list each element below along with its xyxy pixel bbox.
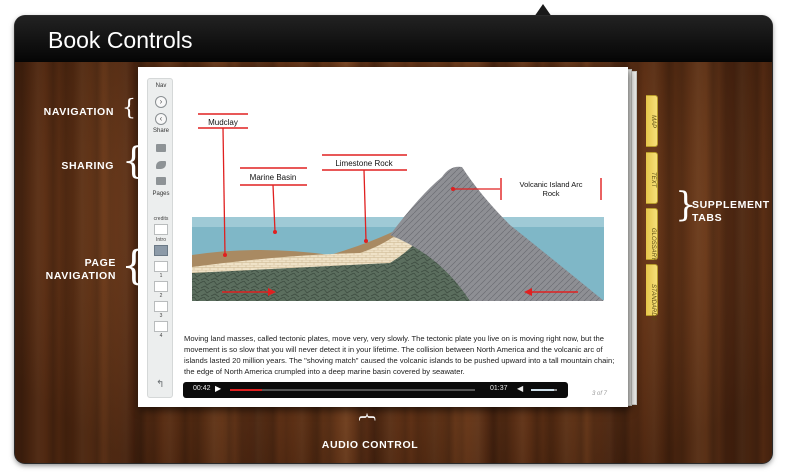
prev-page-button[interactable]: ‹ [155, 113, 167, 125]
twitter-icon[interactable] [156, 161, 166, 169]
annotation-supplement-line2: TABS [692, 212, 723, 224]
brace-navigation: { [122, 96, 136, 121]
back-arrow-icon[interactable]: ↰ [156, 379, 164, 390]
page-thumb-1[interactable] [154, 261, 168, 272]
annotation-audio-control: AUDIO CONTROL [321, 439, 419, 451]
book-sidebar: Nav › ‹ Share Pages credits Intro 1 2 3 … [147, 78, 173, 398]
sidebar-share-label: Share [152, 128, 169, 134]
brace-sharing: { [122, 141, 145, 182]
window-title: Book Controls [48, 27, 193, 53]
label-limestone-rock: Limestone Rock [335, 159, 393, 168]
tab-glossary[interactable]: GLOSSARY [646, 208, 658, 261]
tab-map[interactable]: MAP [646, 95, 658, 147]
sidebar-nav-label: Nav [155, 83, 167, 89]
page-thumb-intro[interactable] [154, 245, 168, 256]
annotation-page-navigation-line2: NAVIGATION [45, 270, 116, 282]
annotation-navigation: NAVIGATION [43, 106, 114, 118]
page-thumb-2[interactable] [154, 281, 168, 292]
page-thumb-4[interactable] [154, 321, 168, 332]
brace-page-navigation: { [121, 243, 147, 289]
annotation-page-navigation-line1: PAGE [84, 257, 116, 269]
tab-map-label: MAP [650, 115, 656, 129]
thumb-label-1: 1 [159, 273, 163, 279]
audio-progress-fill [230, 389, 262, 391]
audio-total: 01:37 [490, 385, 508, 392]
annotation-supplement-tabs: SUPPLEMENT TABS [692, 199, 772, 225]
email-icon[interactable] [156, 177, 166, 185]
volume-fill [531, 389, 555, 391]
thumb-label-4: 4 [159, 333, 163, 339]
play-icon[interactable]: ▶ [215, 384, 221, 393]
thumb-label-intro: Intro [155, 237, 166, 243]
label-volcanic-line1: Volcanic Island Arc [520, 180, 583, 189]
thumb-label-credits: credits [153, 216, 169, 222]
label-marine-basin: Marine Basin [250, 173, 297, 182]
audio-player: 00:42 ▶ 01:37 ◀ [183, 382, 568, 398]
tab-text[interactable]: TEXT [646, 152, 658, 204]
page-caption: Moving land masses, called tectonic plat… [184, 334, 615, 376]
thumb-label-3: 3 [159, 313, 163, 319]
annotation-page-navigation: PAGE NAVIGATION [30, 257, 116, 283]
tab-standards[interactable]: STANDARDS [646, 264, 658, 321]
volume-slider[interactable] [531, 389, 557, 391]
facebook-icon[interactable] [156, 144, 166, 152]
title-bar: Book Controls [15, 16, 772, 62]
page-thumb-3[interactable] [154, 301, 168, 312]
brace-audio-control: } [356, 411, 378, 423]
sidebar-pages-label: Pages [152, 191, 170, 197]
next-page-button[interactable]: › [155, 96, 167, 108]
annotation-supplement-line1: SUPPLEMENT [692, 199, 770, 211]
audio-elapsed: 00:42 [193, 385, 211, 392]
tab-glossary-label: GLOSSARY [650, 228, 656, 261]
page-thumb-credits[interactable] [154, 224, 168, 235]
tab-text-label: TEXT [650, 172, 656, 188]
tab-standards-label: STANDARDS [650, 284, 656, 321]
thumb-label-2: 2 [159, 293, 163, 299]
audio-progress-track[interactable] [230, 389, 475, 391]
volume-icon[interactable]: ◀ [517, 384, 523, 393]
page-indicator: 3 of 7 [592, 391, 608, 397]
annotation-sharing: SHARING [61, 160, 114, 172]
label-mudclay: Mudclay [208, 118, 238, 127]
label-volcanic-line2: Rock [542, 189, 559, 198]
tectonic-diagram: Mudclay Marine Basin Limestone Rock Volc… [192, 113, 604, 301]
